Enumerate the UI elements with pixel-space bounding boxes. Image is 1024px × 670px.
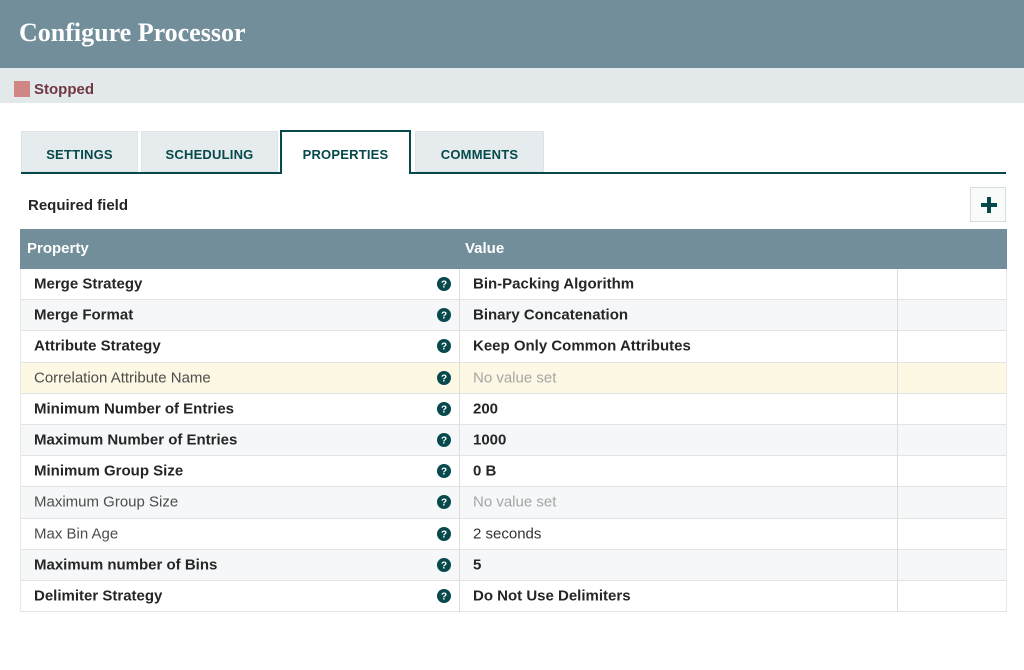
svg-text:?: ? — [441, 560, 447, 571]
svg-text:?: ? — [441, 467, 447, 478]
svg-text:?: ? — [441, 436, 447, 447]
svg-text:?: ? — [441, 342, 447, 353]
svg-text:?: ? — [441, 373, 447, 384]
svg-text:?: ? — [441, 591, 447, 602]
svg-text:?: ? — [441, 529, 447, 540]
svg-text:?: ? — [441, 280, 447, 291]
svg-text:?: ? — [441, 498, 447, 509]
svg-text:?: ? — [441, 311, 447, 322]
svg-text:?: ? — [441, 404, 447, 415]
